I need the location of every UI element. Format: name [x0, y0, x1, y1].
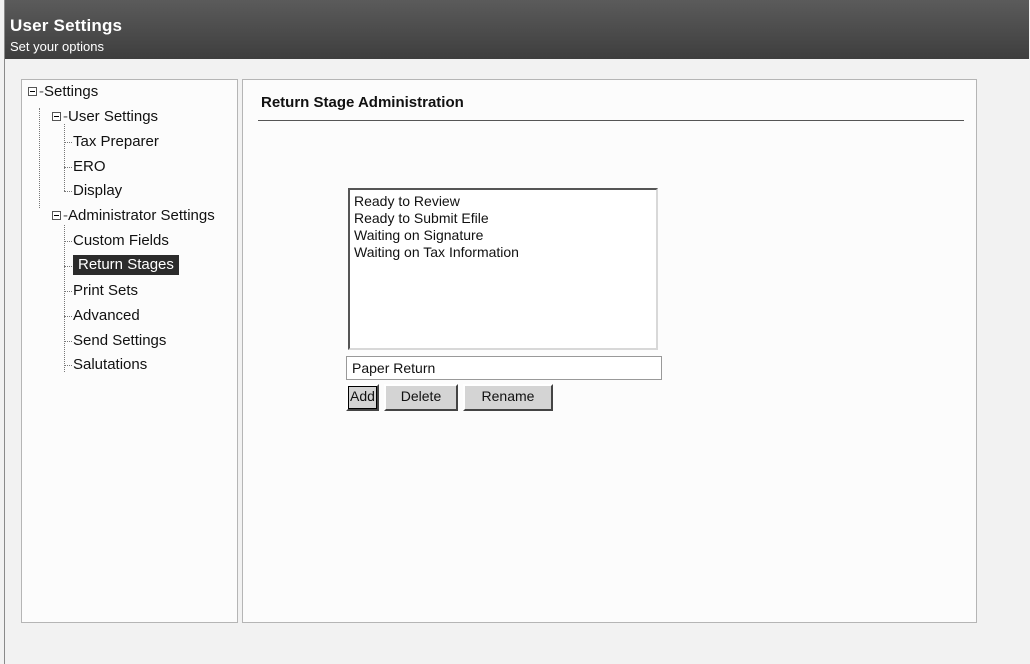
tree-node-label: Send Settings: [73, 332, 167, 349]
main-panel: Return Stage Administration Ready to Rev…: [242, 79, 977, 623]
tree-node-label: Display: [73, 182, 123, 199]
tree-node-settings[interactable]: -Settings: [28, 83, 98, 101]
tree-node-label: Salutations: [73, 356, 148, 373]
tree-node-label: User Settings: [68, 108, 159, 125]
tree-node-ero[interactable]: ERO: [73, 158, 106, 176]
collapse-icon[interactable]: [52, 210, 61, 220]
tree-line: [64, 241, 72, 242]
section-divider: [258, 120, 964, 121]
list-item[interactable]: Waiting on Tax Information: [354, 244, 652, 261]
tree-node-advanced[interactable]: Advanced: [73, 307, 140, 325]
list-item[interactable]: Ready to Review: [354, 193, 652, 210]
tree-node-custom-fields[interactable]: Custom Fields: [73, 232, 169, 250]
tree-node-send-settings[interactable]: Send Settings: [73, 332, 166, 350]
tree-node-label: Print Sets: [73, 282, 139, 299]
tree-node-salutations[interactable]: Salutations: [73, 356, 147, 374]
tree-line: [64, 225, 65, 372]
settings-tree-panel: -Settings -User Settings Tax Preparer ER…: [21, 79, 238, 623]
tree-node-label-selected: Return Stages: [73, 255, 179, 275]
tree-node-label: Custom Fields: [73, 232, 169, 249]
tree-line: [64, 142, 72, 143]
tree-line: [64, 316, 72, 317]
return-stages-listbox[interactable]: Ready to Review Ready to Submit Efile Wa…: [348, 188, 658, 350]
tree-node-return-stages[interactable]: Return Stages: [73, 255, 179, 275]
collapse-icon[interactable]: [28, 86, 37, 96]
rename-button[interactable]: Rename: [463, 384, 553, 411]
tree-line: [64, 124, 65, 191]
tree-line: [64, 266, 72, 267]
tree-node-display[interactable]: Display: [73, 182, 122, 200]
tree-line: [39, 108, 40, 208]
list-item[interactable]: Waiting on Signature: [354, 227, 652, 244]
tree-line: [64, 365, 72, 366]
page-subtitle: Set your options: [10, 39, 104, 54]
tree-node-user-settings[interactable]: -User Settings: [52, 108, 158, 126]
tree-node-label: Settings: [44, 83, 99, 100]
tree-node-tax-preparer[interactable]: Tax Preparer: [73, 133, 159, 151]
list-item[interactable]: Ready to Submit Efile: [354, 210, 652, 227]
tree-node-label: Tax Preparer: [73, 133, 159, 150]
tree-line: [64, 167, 72, 168]
header-bar: User Settings Set your options: [5, 0, 1029, 59]
settings-tree: -Settings -User Settings Tax Preparer ER…: [22, 80, 237, 622]
delete-button[interactable]: Delete: [384, 384, 458, 411]
tree-line: [64, 191, 72, 192]
stage-name-input[interactable]: [346, 356, 662, 380]
tree-node-label: Administrator Settings: [68, 207, 215, 224]
tree-node-label: Advanced: [73, 307, 140, 324]
tree-node-administrator-settings[interactable]: -Administrator Settings: [52, 207, 215, 225]
collapse-icon[interactable]: [52, 111, 61, 121]
tree-line: [64, 291, 72, 292]
window: User Settings Set your options -Settings…: [4, 0, 1029, 664]
section-title: Return Stage Administration: [261, 94, 464, 111]
tree-node-print-sets[interactable]: Print Sets: [73, 282, 138, 300]
page-title: User Settings: [10, 16, 123, 35]
tree-node-label: ERO: [73, 158, 106, 175]
add-button[interactable]: Add: [346, 384, 379, 411]
tree-line: [64, 341, 72, 342]
